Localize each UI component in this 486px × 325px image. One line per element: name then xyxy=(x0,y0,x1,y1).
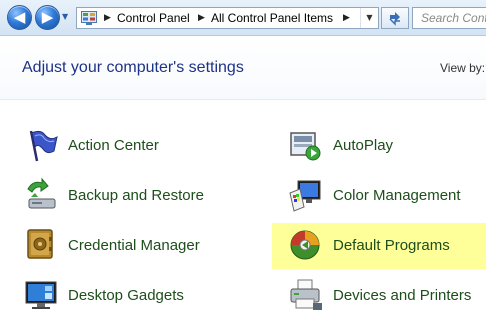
back-button[interactable]: ◀ xyxy=(7,5,32,30)
address-history-dropdown[interactable]: ▼ xyxy=(360,8,378,28)
control-panel-icon xyxy=(81,11,97,25)
item-label[interactable]: AutoPlay xyxy=(333,137,393,154)
item-action-center[interactable]: Action Center xyxy=(23,127,223,167)
vault-icon xyxy=(27,229,53,259)
gadgets-icon xyxy=(25,281,57,309)
item-backup-and-restore[interactable]: Backup and Restore xyxy=(23,177,223,217)
item-label[interactable]: Action Center xyxy=(68,137,159,154)
address-bar[interactable]: ▶ Control Panel ▶ All Control Panel Item… xyxy=(76,7,379,29)
refresh-icon xyxy=(389,12,400,26)
item-label[interactable]: Devices and Printers xyxy=(333,287,471,304)
breadcrumb-separator[interactable]: ▶ xyxy=(198,11,205,25)
breadcrumb-separator[interactable]: ▶ xyxy=(343,11,350,25)
item-credential-manager[interactable]: Credential Manager xyxy=(23,227,233,267)
item-label[interactable]: Color Management xyxy=(333,187,461,204)
autoplay-icon xyxy=(290,132,321,161)
item-devices-and-printers[interactable]: Devices and Printers xyxy=(288,277,478,317)
backup-icon xyxy=(27,177,56,209)
item-color-management[interactable]: Color Management xyxy=(288,177,478,217)
view-by-label[interactable]: View by: xyxy=(440,61,485,75)
item-label[interactable]: Desktop Gadgets xyxy=(68,287,184,304)
printer-icon xyxy=(290,279,322,310)
item-autoplay[interactable]: AutoPlay xyxy=(288,127,478,167)
item-label[interactable]: Default Programs xyxy=(333,237,450,254)
flag-icon xyxy=(29,130,58,162)
item-label[interactable]: Backup and Restore xyxy=(68,187,204,204)
search-input[interactable]: Search Control Panel xyxy=(412,7,486,29)
forward-button[interactable]: ▶ xyxy=(35,5,60,30)
navigation-bar: ◀ ▶ ▼ ▶ Control Panel ▶ All Control Pane… xyxy=(0,0,486,36)
breadcrumb-separator[interactable]: ▶ xyxy=(104,11,111,25)
item-default-programs[interactable]: Default Programs xyxy=(288,227,478,267)
recent-pages-dropdown[interactable]: ▼ xyxy=(62,12,72,22)
breadcrumb-all-items[interactable]: All Control Panel Items xyxy=(211,11,333,25)
item-label[interactable]: Credential Manager xyxy=(68,237,200,254)
page-header: Adjust your computer's settings View by: xyxy=(0,37,486,100)
breadcrumb-control-panel[interactable]: Control Panel xyxy=(117,11,190,25)
refresh-button[interactable] xyxy=(381,7,409,29)
color-management-icon xyxy=(289,180,321,212)
item-desktop-gadgets[interactable]: Desktop Gadgets xyxy=(23,277,223,317)
page-title: Adjust your computer's settings xyxy=(22,59,244,76)
default-programs-icon xyxy=(290,230,320,260)
